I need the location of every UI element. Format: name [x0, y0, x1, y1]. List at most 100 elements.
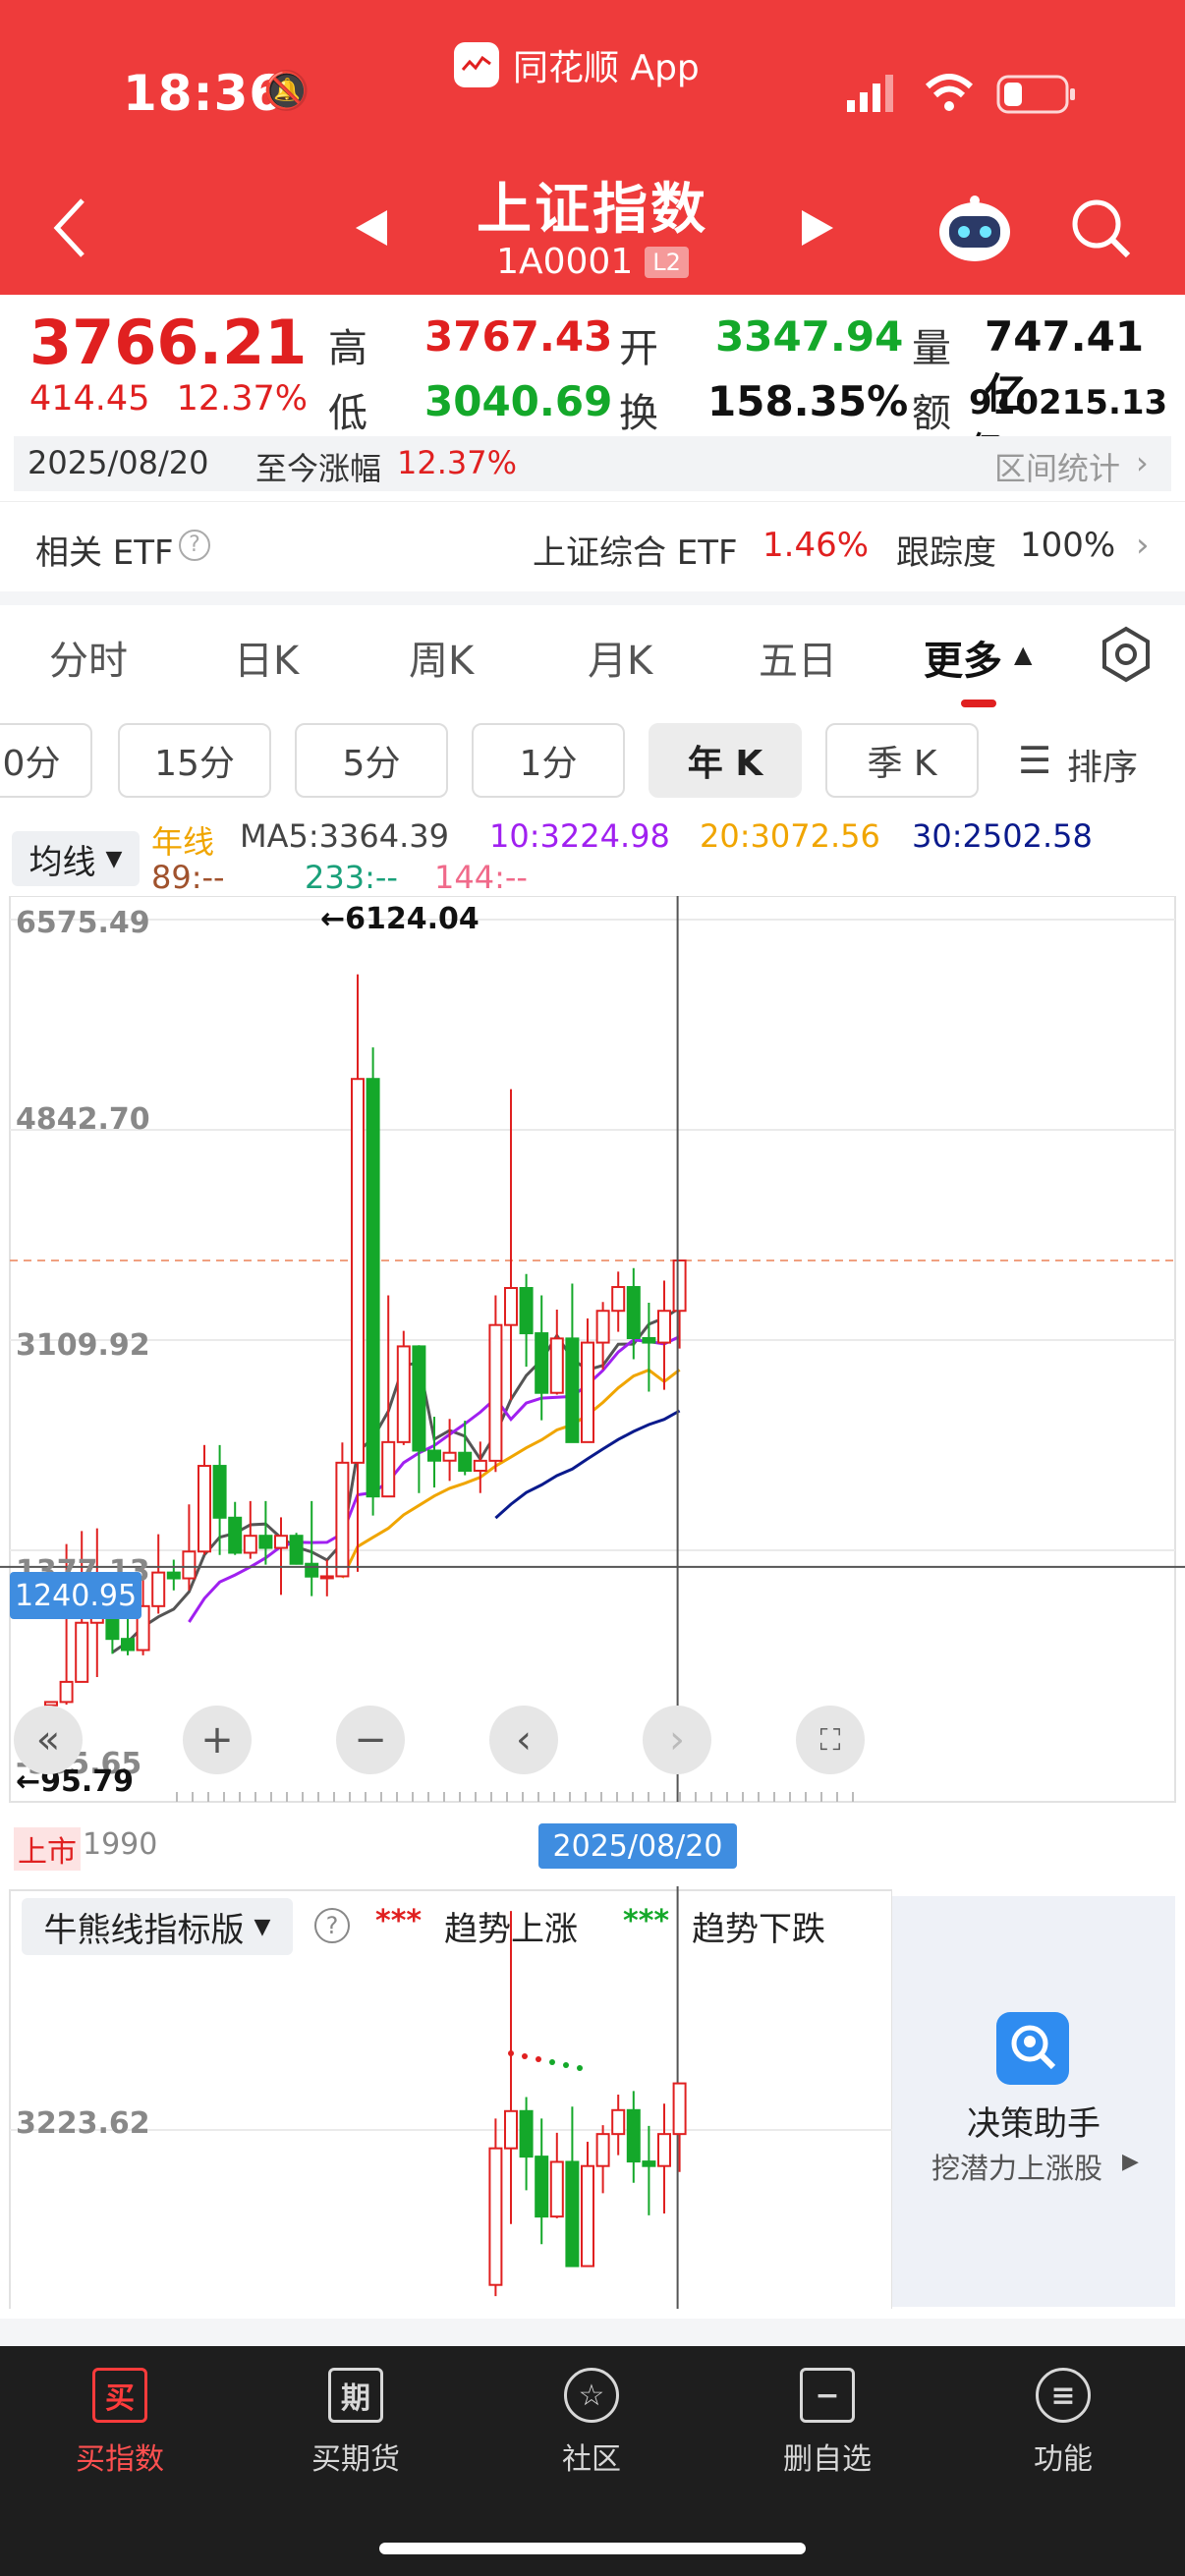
help-icon[interactable]: ?	[179, 530, 210, 561]
pan-left-button[interactable]: ‹	[489, 1706, 558, 1774]
caret-right-icon: ▶	[1122, 2150, 1139, 2174]
indicator-body	[611, 2108, 626, 2136]
listing-tag: 上市	[14, 1827, 81, 1871]
etf-label: 相关 ETF	[35, 533, 174, 573]
nav-remove-watchlist[interactable]: − 删自选	[749, 2368, 906, 2478]
assistant-subtitle: 挖潜力上涨股	[931, 2152, 1103, 2185]
track-value: 100%	[1020, 526, 1116, 565]
indicator-body	[657, 2133, 671, 2167]
ma144-value: 144:--	[434, 859, 528, 896]
tab-monthly[interactable]: 月K	[588, 629, 652, 686]
trend-marker	[577, 2065, 583, 2071]
crosshair-date-badge: 2025/08/20	[538, 1823, 737, 1869]
fullscreen-button[interactable]: ⛶	[796, 1706, 865, 1774]
ma20-value: 20:3072.56	[700, 817, 880, 855]
period-5min-button[interactable]: 5分	[295, 723, 448, 798]
candle-body	[105, 1615, 120, 1641]
max-price-note: ←6124.04	[320, 902, 480, 936]
section-divider	[0, 591, 1185, 605]
indicator-body	[595, 2133, 610, 2167]
sort-list-icon[interactable]: ☰	[1018, 739, 1051, 782]
nav-community[interactable]: ☆ 社区	[513, 2368, 670, 2478]
y-axis-label: 6575.49	[16, 906, 150, 940]
ma10-value: 10:3224.98	[489, 817, 670, 855]
fast-back-button[interactable]: «	[14, 1706, 83, 1774]
candle-body	[289, 1535, 304, 1565]
nav-label: 买指数	[76, 2442, 164, 2477]
nav-buy-futures[interactable]: 期 买期货	[277, 2368, 434, 2478]
indicator-body	[549, 2160, 564, 2218]
indicator-y-label: 3223.62	[16, 2106, 150, 2141]
zoom-out-button[interactable]: −	[336, 1706, 405, 1774]
candle-body	[549, 1337, 564, 1394]
candle-body	[198, 1465, 211, 1553]
kline-chart[interactable]	[0, 896, 1185, 1815]
up-legend-marker: ***	[375, 1904, 423, 1938]
tab-weekly[interactable]: 周K	[409, 629, 474, 686]
tab-daily[interactable]: 日K	[234, 629, 299, 686]
indicator-selector-label: 牛熊线指标版	[43, 1910, 245, 1950]
tab-more[interactable]: 更多	[924, 629, 1002, 686]
candle-body	[366, 1078, 380, 1498]
period-quarter-button[interactable]: 季 K	[825, 723, 979, 798]
turnover-label: 换	[619, 391, 658, 436]
caret-down-icon: ▼	[105, 846, 123, 871]
nav-functions[interactable]: ≡ 功能	[985, 2368, 1142, 2478]
pan-right-button[interactable]: ›	[643, 1706, 711, 1774]
candle-body	[319, 1575, 334, 1580]
range-stats-link[interactable]: 区间统计	[994, 444, 1120, 489]
indicator-body	[626, 2108, 641, 2163]
candle-body	[581, 1341, 594, 1443]
ma-selector[interactable]: 均线 ▼	[12, 831, 140, 886]
period-30min-button[interactable]: 0分	[0, 723, 92, 798]
candle-body	[611, 1286, 626, 1313]
candle-body	[642, 1337, 656, 1344]
next-stock-icon[interactable]	[798, 208, 837, 248]
candle-body	[274, 1535, 288, 1549]
candle-body	[488, 1323, 503, 1462]
app-name: 同花顺 App	[513, 48, 700, 88]
settings-hex-icon[interactable]	[1097, 625, 1156, 684]
app-switch-pill[interactable]: 同花顺 App	[454, 37, 700, 92]
etf-row[interactable]: 相关 ETF ? 上证综合 ETF 1.46% 跟踪度 100% ›	[0, 501, 1185, 591]
app-logo-icon	[454, 42, 499, 87]
candle-body	[381, 1440, 396, 1498]
high-value: 3767.43	[424, 312, 613, 361]
decision-assistant-card[interactable]: 决策助手 挖潜力上涨股 ▶	[892, 1896, 1175, 2307]
candle-body	[305, 1562, 319, 1578]
etf-name: 上证综合 ETF	[533, 533, 738, 573]
search-icon[interactable]	[1069, 196, 1134, 261]
nav-buy-index[interactable]: 买 买指数	[41, 2368, 198, 2478]
ma30-value: 30:2502.58	[912, 817, 1093, 855]
wifi-icon	[925, 74, 974, 111]
sort-button[interactable]: 排序	[1067, 739, 1138, 790]
help-icon[interactable]: ?	[314, 1908, 350, 1943]
caret-down-icon: ▼	[254, 1914, 271, 1939]
period-1min-button[interactable]: 1分	[472, 723, 625, 798]
active-tab-indicator	[961, 700, 996, 707]
assistant-search-icon	[996, 2012, 1069, 2085]
indicator-body	[565, 2160, 580, 2268]
candle-body	[535, 1332, 549, 1394]
star-icon: ☆	[564, 2368, 619, 2423]
nav-label: 社区	[562, 2442, 621, 2477]
status-time: 18:36	[123, 65, 285, 122]
level-badge: L2	[645, 246, 689, 278]
indicator-selector[interactable]: 牛熊线指标版 ▼	[22, 1898, 293, 1955]
chevron-right-icon: ›	[1136, 444, 1149, 481]
volume-label: 量	[912, 326, 951, 371]
ma5-value: MA5:3364.39	[240, 817, 449, 855]
start-year-label: 1990	[83, 1827, 158, 1862]
period-year-button[interactable]: 年 K	[649, 723, 802, 798]
last-price: 3766.21	[29, 307, 308, 378]
tab-five-day[interactable]: 五日	[759, 629, 837, 686]
zoom-in-button[interactable]: +	[183, 1706, 252, 1774]
caret-up-icon: ▲	[1014, 641, 1033, 668]
candle-body	[412, 1345, 426, 1452]
turnover-value: 158.35%	[707, 377, 909, 425]
price-change: 414.45 12.37%	[29, 379, 308, 419]
candle-body	[351, 1078, 365, 1464]
tab-intraday[interactable]: 分时	[49, 629, 128, 686]
period-15min-button[interactable]: 15分	[118, 723, 271, 798]
robot-assistant-icon[interactable]	[935, 193, 1014, 263]
